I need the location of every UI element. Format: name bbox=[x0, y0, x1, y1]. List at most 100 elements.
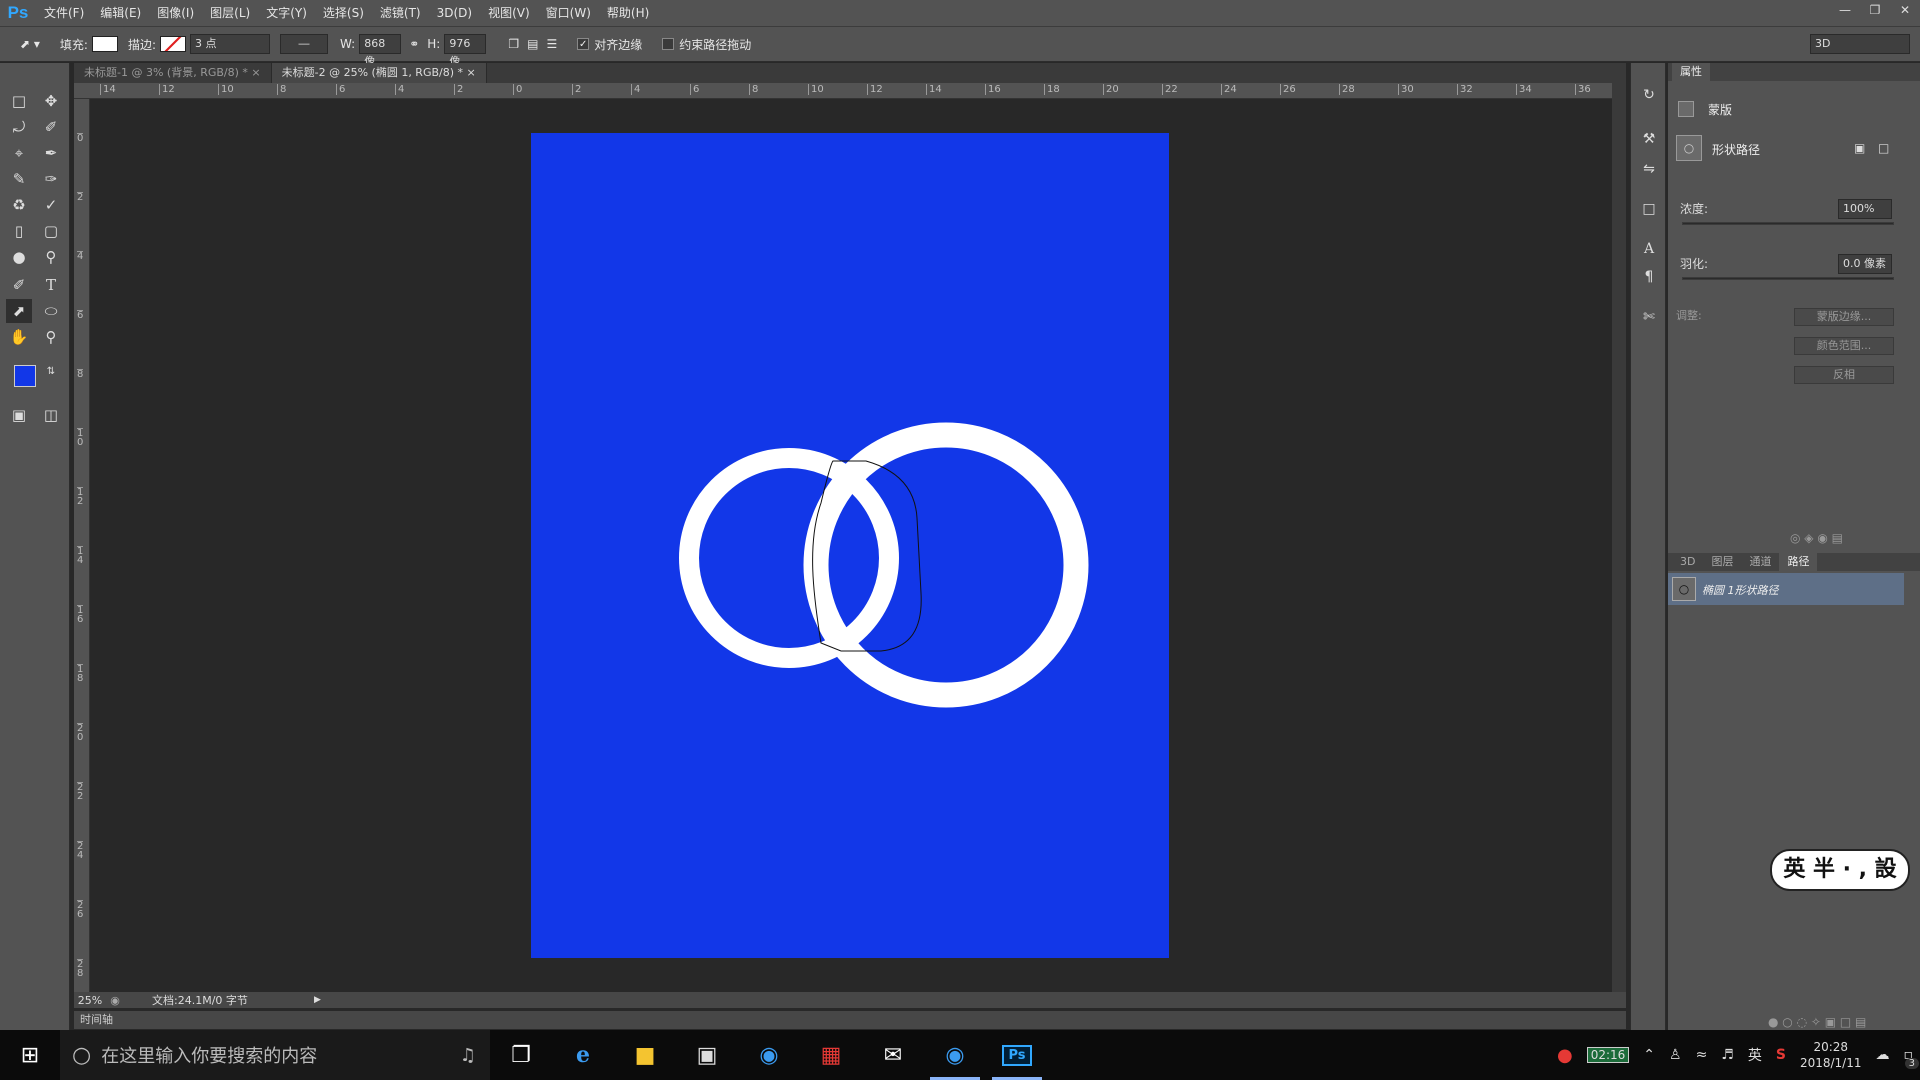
ellipse-tool-icon[interactable]: ⬭ bbox=[38, 299, 64, 323]
menu-edit[interactable]: 编辑(E) bbox=[92, 0, 149, 26]
tray-app-icon[interactable]: ● bbox=[1557, 1045, 1573, 1066]
menu-help[interactable]: 帮助(H) bbox=[599, 0, 657, 26]
hand-tool-icon[interactable]: ✋ bbox=[6, 325, 32, 349]
align-edges-checkbox[interactable]: ✓ 对齐边缘 bbox=[577, 36, 642, 53]
healing-brush-tool-icon[interactable]: ✎ bbox=[6, 167, 32, 191]
close-icon[interactable]: ✕ bbox=[1890, 0, 1920, 20]
pen-tool-icon[interactable]: ✐ bbox=[6, 273, 32, 297]
close-icon[interactable]: × bbox=[251, 66, 260, 79]
document-canvas[interactable] bbox=[531, 133, 1169, 958]
tab-channels[interactable]: 通道 bbox=[1741, 553, 1779, 571]
eyedropper-tool-icon[interactable]: ✒ bbox=[38, 141, 64, 165]
windows-start-icon[interactable]: ⊞ bbox=[0, 1030, 60, 1080]
dodge-tool-icon[interactable]: ⚲ bbox=[38, 245, 64, 269]
app-l-icon[interactable]: ◉ bbox=[738, 1030, 800, 1080]
tab-3d[interactable]: 3D bbox=[1672, 553, 1703, 571]
stroke-width-field[interactable]: 3 点 bbox=[190, 34, 270, 54]
menu-file[interactable]: 文件(F) bbox=[36, 0, 92, 26]
mask-edge-button[interactable]: 蒙版边缘... bbox=[1794, 308, 1894, 326]
mail-icon[interactable]: ✉ bbox=[862, 1030, 924, 1080]
height-field[interactable]: 976 像 bbox=[444, 34, 487, 68]
vertical-scrollbar[interactable] bbox=[1612, 83, 1626, 992]
character-icon[interactable]: A bbox=[1639, 239, 1659, 259]
adjust-icon[interactable]: ⇋ bbox=[1639, 159, 1659, 179]
history-icon[interactable]: ↻ bbox=[1639, 85, 1659, 105]
path-select-tool-icon[interactable]: ⬈ ▾ bbox=[20, 37, 40, 51]
workspace-dropdown[interactable]: 3D bbox=[1810, 34, 1910, 54]
tab-document-2[interactable]: 未标题-2 @ 25% (椭圆 1, RGB/8) * × bbox=[271, 63, 487, 83]
menu-3d[interactable]: 3D(D) bbox=[429, 0, 480, 26]
feather-slider[interactable] bbox=[1682, 277, 1894, 280]
menu-filter[interactable]: 滤镜(T) bbox=[372, 0, 429, 26]
right-ring[interactable] bbox=[803, 422, 1089, 708]
microphone-icon[interactable]: ♫ bbox=[460, 1045, 476, 1066]
foreground-color-swatch[interactable] bbox=[14, 365, 36, 387]
brush-tool-icon[interactable]: ✑ bbox=[38, 167, 64, 191]
sogou-icon[interactable]: S bbox=[1776, 1047, 1786, 1063]
path-list-item[interactable]: ○ 椭圆 1形状路径 bbox=[1668, 573, 1904, 605]
clock[interactable]: 20:28 2018/1/11 bbox=[1800, 1039, 1862, 1071]
lasso-tool-icon[interactable]: ⤾ bbox=[6, 115, 32, 139]
status-menu-arrow-icon[interactable]: ▶ bbox=[314, 995, 321, 1005]
zoom-tool-icon[interactable]: ⚲ bbox=[38, 325, 64, 349]
crop-tool-icon[interactable]: ⌖ bbox=[6, 141, 32, 165]
tools-icon[interactable]: ✄ bbox=[1639, 307, 1659, 327]
marquee-tool-icon[interactable]: □ bbox=[6, 89, 32, 113]
menu-view[interactable]: 视图(V) bbox=[480, 0, 538, 26]
file-explorer-icon[interactable]: ■ bbox=[614, 1030, 676, 1080]
battery-timer[interactable]: 02:16 bbox=[1586, 1047, 1630, 1063]
type-tool-icon[interactable]: T bbox=[38, 273, 64, 297]
fill-swatch[interactable] bbox=[91, 36, 118, 52]
color-range-button[interactable]: 颜色范围... bbox=[1794, 337, 1894, 355]
eraser-tool-icon[interactable]: ▯ bbox=[6, 219, 32, 243]
menu-type[interactable]: 文字(Y) bbox=[258, 0, 315, 26]
show-hidden-icons[interactable]: ⌃ bbox=[1643, 1047, 1655, 1063]
clone-stamp-tool-icon[interactable]: ♻ bbox=[6, 193, 32, 217]
notification-icon[interactable]: ▫ 3 bbox=[1904, 1047, 1919, 1069]
stroke-swatch[interactable] bbox=[160, 36, 186, 52]
minimize-icon[interactable]: — bbox=[1830, 0, 1860, 20]
user-tray-icon[interactable]: ♙ bbox=[1669, 1047, 1682, 1063]
menu-window[interactable]: 窗口(W) bbox=[538, 0, 599, 26]
density-slider[interactable] bbox=[1682, 222, 1894, 225]
taskbar-search[interactable]: ○ 在这里输入你要搜索的内容 ♫ bbox=[60, 1030, 490, 1080]
zoom-level[interactable]: 25% bbox=[74, 994, 106, 1007]
quick-mask-icon[interactable]: ▣ bbox=[6, 403, 32, 427]
path-selection-tool-icon[interactable]: ⬈ bbox=[6, 299, 32, 323]
left-ring[interactable] bbox=[679, 448, 899, 668]
screen-mode-icon[interactable]: ◫ bbox=[38, 403, 64, 427]
width-field[interactable]: 868 像 bbox=[359, 34, 402, 68]
wifi-icon[interactable]: ≈ bbox=[1696, 1047, 1708, 1063]
invert-button[interactable]: 反相 bbox=[1794, 366, 1894, 384]
canvas-area[interactable] bbox=[90, 99, 1612, 992]
restore-icon[interactable]: ❐ bbox=[1860, 0, 1890, 20]
tool-presets-icon[interactable]: ⚒ bbox=[1639, 129, 1659, 149]
photoshop-taskbar-icon[interactable]: Ps bbox=[986, 1030, 1048, 1080]
swap-colors-icon[interactable]: ⇅ bbox=[38, 359, 64, 383]
path-arrangement-icon[interactable]: ☰ bbox=[546, 37, 557, 51]
stroke-style-dropdown[interactable]: ― bbox=[280, 34, 328, 54]
move-tool-icon[interactable]: ✥ bbox=[38, 89, 64, 113]
link-icon[interactable]: ⚭ bbox=[409, 37, 419, 51]
timeline-panel[interactable]: 时间轴 bbox=[74, 1011, 1626, 1029]
clone-source-icon[interactable]: □ bbox=[1639, 199, 1659, 219]
tab-layers[interactable]: 图层 bbox=[1703, 553, 1741, 571]
feather-field[interactable]: 0.0 像素 bbox=[1838, 254, 1892, 274]
tab-paths[interactable]: 路径 bbox=[1779, 553, 1818, 571]
close-icon[interactable]: × bbox=[467, 66, 476, 79]
app-red-icon[interactable]: ▦ bbox=[800, 1030, 862, 1080]
density-field[interactable]: 100% bbox=[1838, 199, 1892, 219]
task-view-icon[interactable]: ❐ bbox=[490, 1030, 552, 1080]
add-mask-icon[interactable]: ▣ bbox=[1854, 141, 1865, 155]
weather-icon[interactable]: ☁ bbox=[1876, 1047, 1890, 1063]
menu-select[interactable]: 选择(S) bbox=[315, 0, 372, 26]
quick-select-tool-icon[interactable]: ✐ bbox=[38, 115, 64, 139]
menu-image[interactable]: 图像(I) bbox=[149, 0, 202, 26]
history-brush-tool-icon[interactable]: ✓ bbox=[38, 193, 64, 217]
vector-mask-icon[interactable]: □ bbox=[1878, 141, 1889, 155]
blur-tool-icon[interactable]: ● bbox=[6, 245, 32, 269]
tab-document-1[interactable]: 未标题-1 @ 3% (背景, RGB/8) * × bbox=[74, 63, 272, 83]
constrain-path-checkbox[interactable]: 约束路径拖动 bbox=[662, 36, 751, 53]
browser-icon[interactable]: ◉ bbox=[924, 1030, 986, 1080]
gradient-tool-icon[interactable]: ▢ bbox=[38, 219, 64, 243]
